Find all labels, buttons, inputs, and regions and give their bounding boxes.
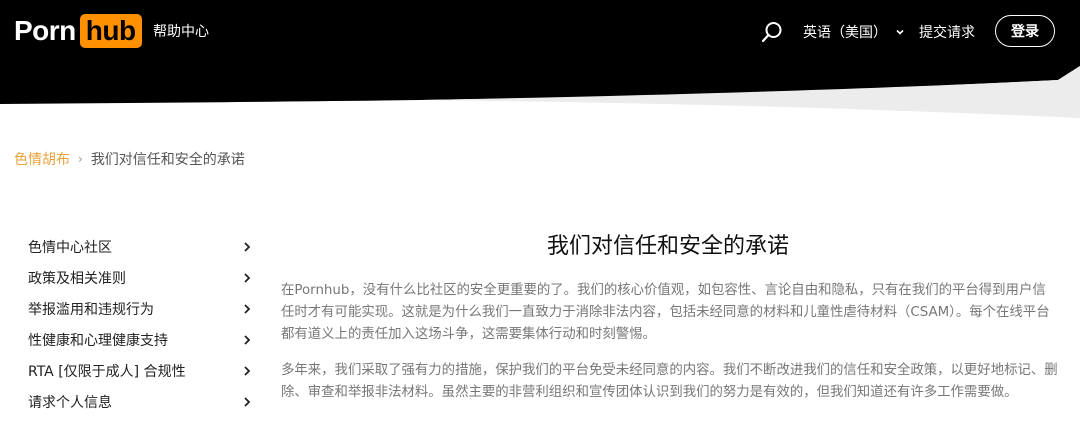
chevron-right-icon: [244, 396, 251, 407]
chevron-right-icon: [244, 272, 251, 283]
sidebar-item-label: 请求个人信息: [28, 394, 112, 411]
sidebar-item-label: RTA [仅限于成人] 合规性: [28, 363, 186, 380]
article-title: 我们对信任和安全的承诺: [546, 234, 789, 259]
breadcrumb: 色情胡布 › 我们对信任和安全的承诺: [14, 149, 245, 169]
logo-text-porn: Porn: [14, 15, 76, 46]
sidebar-item-label: 色情中心社区: [28, 239, 112, 256]
sidebar-item-rta-compliance[interactable]: RTA [仅限于成人] 合规性: [28, 355, 252, 386]
sidebar-item-health-support[interactable]: 性健康和心理健康支持: [28, 324, 252, 355]
search-icon[interactable]: [761, 21, 783, 43]
chevron-right-icon: [244, 303, 251, 314]
article-paragraph: 在Pornhub，没有什么比社区的安全更重要的了。我们的核心价值观，如包容性、言…: [281, 283, 1050, 342]
sidebar-item-report-abuse[interactable]: 举报滥用和违规行为: [28, 293, 252, 324]
help-center-label[interactable]: 帮助中心: [153, 21, 209, 41]
logo-text-hub: hub: [79, 14, 142, 48]
breadcrumb-separator: ›: [78, 152, 83, 166]
chevron-right-icon: [244, 365, 251, 376]
chevron-down-icon: [896, 29, 904, 35]
sidebar-nav: 色情中心社区 政策及相关准则 举报滥用和违规行为 性健康和心理健康支持 RTA …: [28, 231, 252, 417]
breadcrumb-current: 我们对信任和安全的承诺: [90, 152, 245, 168]
language-label: 英语（美国）: [803, 25, 887, 41]
site-logo[interactable]: Porn hub: [14, 13, 142, 49]
submit-request-link[interactable]: 提交请求: [919, 22, 975, 42]
breadcrumb-home-link[interactable]: 色情胡布: [14, 149, 70, 169]
sidebar-item-community[interactable]: 色情中心社区: [28, 231, 252, 262]
language-selector[interactable]: 英语（美国）: [803, 22, 905, 42]
sidebar-item-label: 性健康和心理健康支持: [28, 332, 168, 349]
article-paragraph: 多年来，我们采取了强有力的措施，保护我们的平台免受未经同意的内容。我们不断改进我…: [281, 363, 1058, 400]
sidebar-item-label: 举报滥用和违规行为: [28, 301, 154, 318]
sidebar-item-personal-info[interactable]: 请求个人信息: [28, 386, 252, 417]
chevron-right-icon: [244, 334, 251, 345]
login-button[interactable]: 登录: [995, 15, 1055, 47]
sidebar-item-label: 政策及相关准则: [28, 270, 126, 287]
sidebar-item-policies[interactable]: 政策及相关准则: [28, 262, 252, 293]
header-background: [0, 0, 1080, 118]
chevron-right-icon: [244, 241, 251, 252]
site-header: Porn hub 帮助中心 英语（美国） 提交请求 登录: [0, 0, 1080, 120]
